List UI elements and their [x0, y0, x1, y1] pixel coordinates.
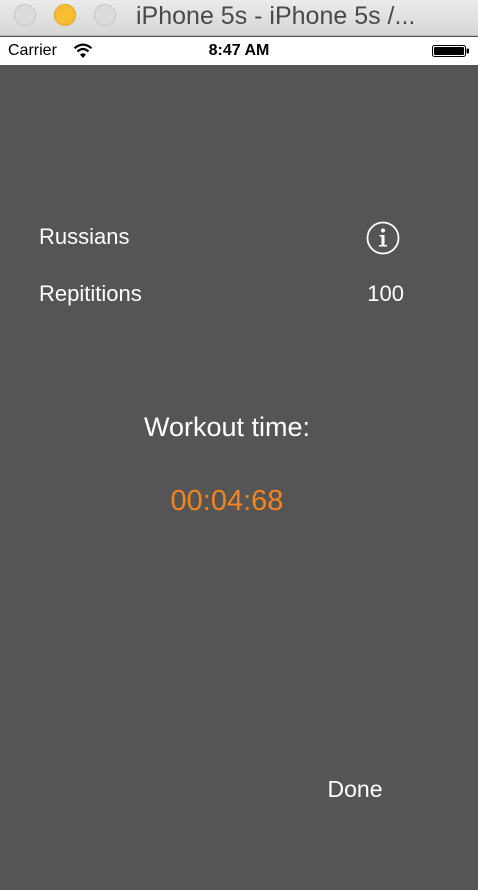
close-window-button[interactable]	[14, 4, 36, 26]
repetitions-value: 100	[367, 281, 404, 306]
info-icon[interactable]	[366, 221, 400, 255]
battery-full-icon	[432, 45, 469, 57]
window-title: iPhone 5s - iPhone 5s /...	[136, 2, 416, 30]
repetitions-label: Repititions	[39, 281, 142, 306]
minimize-window-button[interactable]	[54, 4, 76, 26]
simulator-window: iPhone 5s - iPhone 5s /... Carrier 8:47 …	[0, 0, 478, 890]
exercise-name: Russians	[39, 224, 130, 249]
status-bar: Carrier 8:47 AM	[0, 37, 478, 65]
window-titlebar: iPhone 5s - iPhone 5s /...	[0, 0, 478, 36]
workout-timer: 00:04:68	[170, 485, 284, 517]
done-button[interactable]: Done	[318, 773, 392, 805]
workout-time-title: Workout time:	[143, 412, 311, 442]
zoom-window-button[interactable]	[94, 4, 116, 26]
status-time: 8:47 AM	[208, 42, 270, 59]
